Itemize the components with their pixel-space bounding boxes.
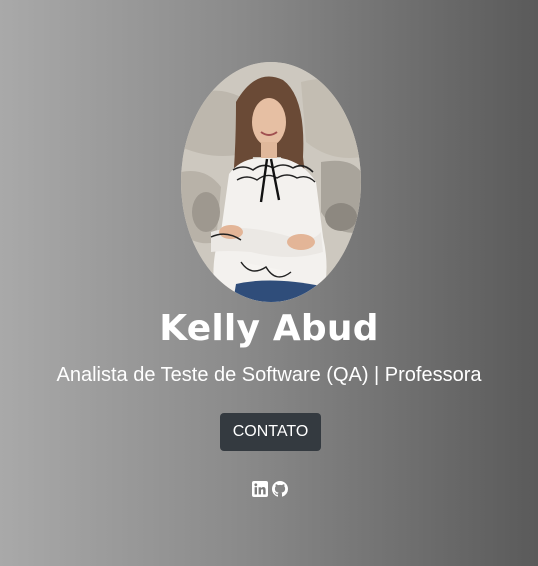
profile-name: Kelly Abud — [159, 308, 379, 349]
github-icon — [272, 480, 288, 497]
social-links — [252, 480, 288, 497]
linkedin-icon — [252, 480, 268, 497]
linkedin-link[interactable] — [252, 480, 268, 497]
avatar-photo — [181, 62, 361, 302]
profile-section: Kelly Abud Analista de Teste de Software… — [0, 0, 538, 566]
avatar — [181, 62, 361, 302]
contact-button[interactable]: CONTATO — [220, 413, 321, 451]
github-link[interactable] — [272, 480, 288, 497]
profile-role: Analista de Teste de Software (QA) | Pro… — [56, 364, 482, 386]
